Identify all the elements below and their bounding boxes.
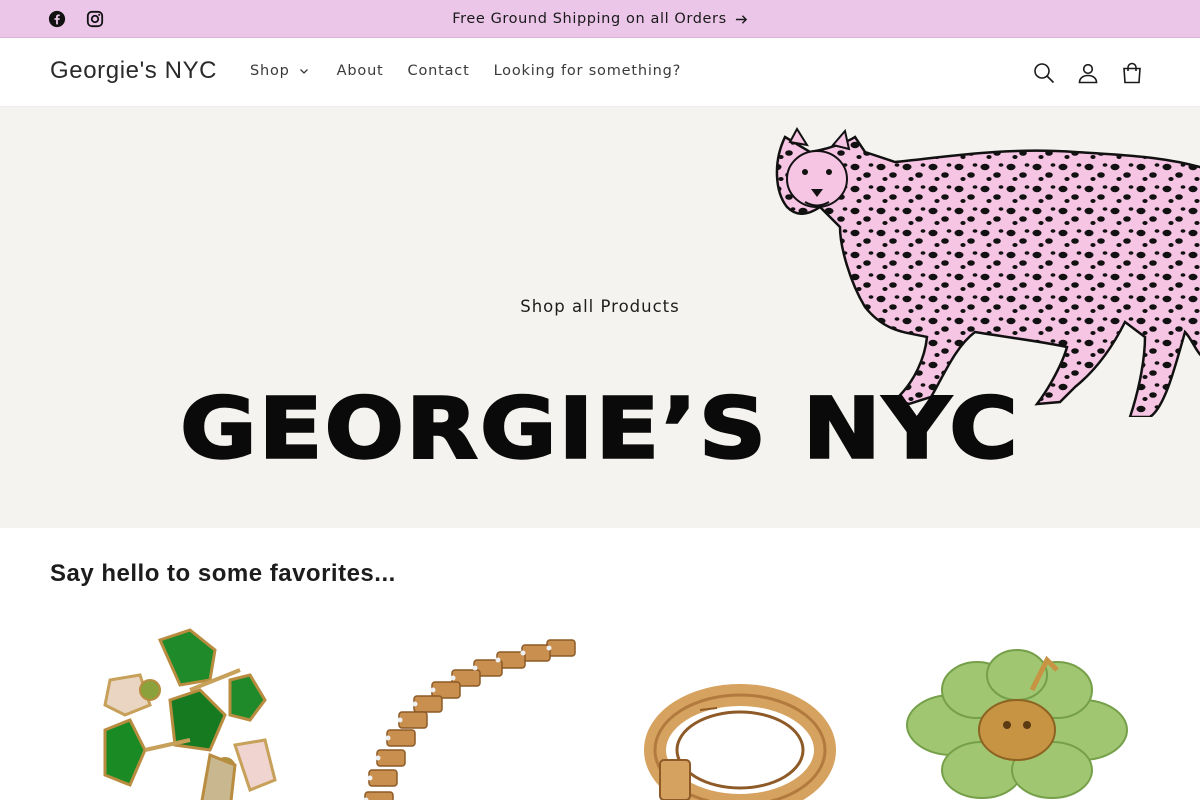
chevron-down-icon [299, 66, 309, 76]
product-image [50, 620, 318, 800]
product-card-gold-link-bracelet[interactable] [327, 620, 595, 800]
arrow-right-icon [735, 13, 748, 26]
product-card-green-glass-flower-brooch[interactable] [882, 620, 1150, 800]
site-logo[interactable]: Georgie's NYC [50, 57, 217, 85]
product-image [882, 620, 1150, 800]
hero-title: GEORGIE’S NYC [179, 379, 1020, 478]
site-header: Georgie's NYC Shop About Contact Looking… [0, 39, 1200, 107]
nav-about[interactable]: About [337, 63, 384, 79]
favorites-heading: Say hello to some favorites... [50, 560, 396, 587]
announcement-bar: Free Ground Shipping on all Orders [0, 0, 1200, 38]
product-card-gold-buckle-ring[interactable] [605, 620, 873, 800]
product-image [327, 620, 595, 800]
product-image [605, 620, 873, 800]
main-nav: Shop About Contact Looking for something… [250, 63, 681, 79]
announcement-link[interactable]: Free Ground Shipping on all Orders [0, 0, 1200, 38]
account-icon[interactable] [1076, 61, 1100, 85]
nav-contact[interactable]: Contact [408, 63, 470, 79]
nav-shop-label: Shop [250, 63, 290, 79]
search-icon[interactable] [1032, 61, 1056, 85]
nav-shop[interactable]: Shop [250, 63, 309, 79]
nav-looking-for-something[interactable]: Looking for something? [494, 63, 682, 79]
leopard-illustration [775, 127, 1200, 417]
product-card-green-crystal-brooch[interactable] [50, 620, 318, 800]
announcement-text: Free Ground Shipping on all Orders [452, 11, 727, 27]
hero-banner[interactable]: Shop all Products GEORGIE’S NYC [0, 107, 1200, 528]
shop-all-products-link[interactable]: Shop all Products [0, 297, 1200, 316]
cart-icon[interactable] [1120, 61, 1144, 85]
